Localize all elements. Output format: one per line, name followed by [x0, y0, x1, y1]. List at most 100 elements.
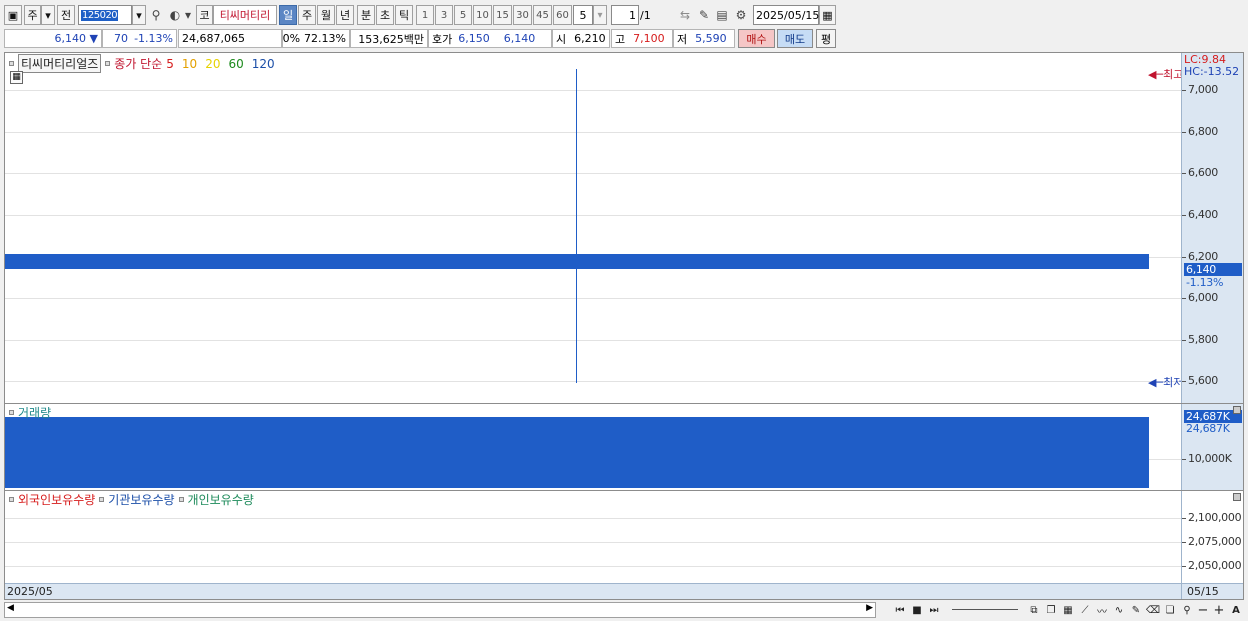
market-button[interactable]: 코	[196, 5, 213, 25]
ma-20-label[interactable]: 20	[205, 57, 220, 71]
link-icon[interactable]: ⇆	[676, 5, 694, 25]
chevron-down-icon[interactable]: ▾	[182, 5, 194, 25]
interval-button[interactable]: 5	[454, 5, 472, 25]
interval-button[interactable]: 3	[435, 5, 453, 25]
holdings-axis[interactable]: 2,100,000 2,075,000 2,050,000	[1181, 491, 1243, 583]
stock-code-input[interactable]: 125020	[78, 5, 132, 25]
arrow-left-icon: ◀─	[1148, 376, 1164, 389]
holdings-pane[interactable]: 외국인보유수량 기관보유수량 개인보유수량	[5, 491, 1181, 583]
stock-name-label[interactable]: 티씨머티리얼즈	[18, 54, 102, 73]
grid-icon[interactable]: ▦	[1060, 602, 1076, 618]
interval-button[interactable]: 45	[533, 5, 552, 25]
horizontal-scrollbar[interactable]: ◀ ▶	[4, 602, 876, 618]
zoom-slider[interactable]	[952, 609, 1018, 610]
foreign-holdings-label[interactable]: 외국인보유수량	[18, 491, 95, 508]
chart-area[interactable]: 티씨머티리얼즈 종가 단순 5 10 20 60 120 ▦ ◀─최고 ◀─최저…	[4, 52, 1244, 600]
calendar-icon[interactable]: ▦	[819, 5, 836, 25]
search-icon[interactable]: ⚲	[147, 5, 165, 25]
table-icon[interactable]: ▦	[10, 71, 23, 84]
low-label: 저	[677, 32, 688, 46]
period-week[interactable]: 주	[298, 5, 316, 25]
period-tick[interactable]: 틱	[395, 5, 413, 25]
buy-button[interactable]: 매수	[738, 29, 775, 48]
ma-5-label[interactable]: 5	[166, 57, 174, 71]
auto-scale-icon[interactable]: A	[1228, 602, 1244, 618]
interval-button[interactable]: 1	[416, 5, 434, 25]
period-day[interactable]: 일	[279, 5, 297, 25]
change-pct: -1.13%	[134, 32, 173, 45]
stock-name-field[interactable]: 티씨머티리	[213, 5, 277, 25]
step-back-icon[interactable]: ⏮	[892, 602, 908, 618]
interval-button[interactable]: 15	[493, 5, 512, 25]
ratio-cell: 0% 72.13%	[282, 29, 350, 48]
volume-axis[interactable]: 24,687K 24,687K 10,000K	[1181, 404, 1243, 490]
wave-icon[interactable]: ∿	[1111, 602, 1127, 618]
period-label: 일	[282, 9, 294, 22]
period-second[interactable]: 초	[376, 5, 394, 25]
average-button[interactable]: 평	[816, 29, 836, 48]
high-label: 고	[615, 32, 626, 46]
period-minute[interactable]: 분	[357, 5, 375, 25]
zoom-out-icon[interactable]: −	[1195, 602, 1211, 618]
count-input[interactable]: 5	[573, 5, 593, 25]
save-icon[interactable]: ▤	[713, 5, 731, 25]
chevron-down-icon[interactable]: ▾	[593, 5, 607, 25]
stop-icon[interactable]: ■	[909, 602, 925, 618]
pane-close-icon[interactable]	[1233, 406, 1241, 414]
period-label: 월	[320, 9, 332, 22]
volume-title[interactable]: 거래량	[18, 404, 51, 421]
zoom-icon[interactable]: ⚲	[1179, 602, 1195, 618]
step-forward-icon[interactable]: ⏭	[926, 602, 942, 618]
period-year[interactable]: 년	[336, 5, 354, 25]
price-tick: 6,600	[1182, 166, 1218, 179]
zero-pct: 0%	[282, 32, 301, 45]
interval-button[interactable]: 60	[553, 5, 572, 25]
tools-icon[interactable]: ✎	[695, 5, 713, 25]
zoom-in-icon[interactable]: +	[1211, 602, 1227, 618]
copy-icon[interactable]: ❐	[1043, 602, 1059, 618]
volume-tick: 10,000K	[1182, 452, 1232, 465]
window-icon[interactable]: ▣	[4, 5, 22, 25]
down-arrow-icon: ▼	[89, 32, 98, 45]
ma-120-label[interactable]: 120	[252, 57, 275, 71]
ma-title[interactable]: 종가 단순	[114, 55, 162, 72]
volume-pane[interactable]: 거래량	[5, 404, 1181, 490]
trend-icon[interactable]: 〰	[1094, 602, 1110, 618]
ma-60-label[interactable]: 60	[228, 57, 243, 71]
jeon-button[interactable]: 전	[57, 5, 75, 25]
sell-button[interactable]: 매도	[777, 29, 813, 48]
date-axis-left: 2025/05	[7, 585, 53, 598]
scroll-right-icon[interactable]: ▶	[866, 603, 873, 613]
pen-icon[interactable]: ✎	[1128, 602, 1144, 618]
grid-line	[5, 381, 1181, 382]
type-select[interactable]: 주	[24, 5, 41, 25]
window-icon[interactable]: ❏	[1162, 602, 1178, 618]
institution-holdings-label[interactable]: 기관보유수량	[108, 491, 174, 508]
eraser-icon[interactable]: ⌫	[1145, 602, 1161, 618]
change-cell: 70 -1.13%	[102, 29, 177, 48]
ma-10-label[interactable]: 10	[182, 57, 197, 71]
date-input[interactable]: 2025/05/15	[753, 5, 819, 25]
type-label: 주	[27, 9, 38, 22]
buy-label: 매수	[746, 32, 767, 46]
volume-value: 24,687,065	[182, 32, 245, 45]
date-axis[interactable]: 2025/05 05/15	[5, 583, 1243, 599]
line-tool-icon[interactable]: ⟋	[1077, 602, 1093, 618]
page-input[interactable]: 1	[611, 5, 639, 25]
interval-button[interactable]: 30	[513, 5, 532, 25]
price-pane[interactable]: 티씨머티리얼즈 종가 단순 5 10 20 60 120 ▦ ◀─최고 ◀─최저	[5, 53, 1181, 403]
chevron-down-icon[interactable]: ▾	[132, 5, 146, 25]
layout-icon[interactable]: ⧉	[1026, 602, 1042, 618]
gear-icon[interactable]: ⚙	[732, 5, 750, 25]
ratio-value: 72.13%	[304, 32, 346, 45]
individual-holdings-label[interactable]: 개인보유수량	[188, 491, 254, 508]
scroll-left-icon[interactable]: ◀	[7, 603, 14, 613]
hoga-label: 호가	[432, 32, 453, 46]
price-axis[interactable]: LC:9.84 HC:-13.52 7,000 6,800 6,600 6,40…	[1181, 53, 1243, 403]
period-month[interactable]: 월	[317, 5, 335, 25]
pane-close-icon[interactable]	[1233, 493, 1241, 501]
price-candle-body[interactable]	[5, 254, 1149, 269]
chevron-down-icon[interactable]: ▾	[41, 5, 55, 25]
volume-bar[interactable]	[5, 417, 1149, 488]
interval-button[interactable]: 10	[473, 5, 492, 25]
